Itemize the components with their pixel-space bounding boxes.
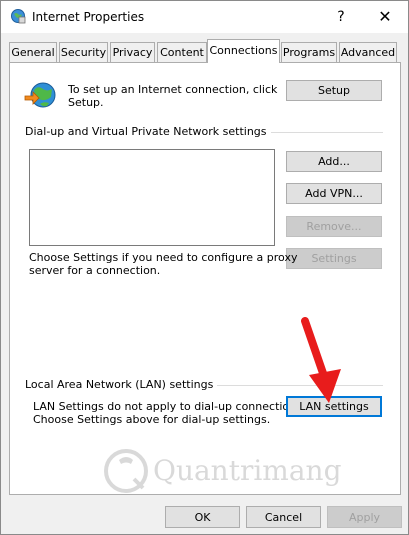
window-title: Internet Properties: [32, 10, 145, 24]
close-button[interactable]: ✕: [373, 7, 397, 27]
watermark-logo-icon: [104, 449, 148, 493]
internet-properties-dialog: Internet Properties ? ✕ General Security…: [0, 0, 409, 535]
internet-options-icon: [11, 9, 26, 24]
connections-panel: To set up an Internet connection, click …: [9, 62, 401, 495]
ok-button[interactable]: OK: [165, 506, 240, 528]
internet-connection-globe-icon: [24, 82, 56, 108]
tab-strip: General Security Privacy Content Connect…: [9, 39, 401, 63]
help-button[interactable]: ?: [329, 7, 353, 27]
tab-programs[interactable]: Programs: [281, 42, 337, 62]
setup-text-line2: Setup.: [68, 96, 104, 109]
apply-button[interactable]: Apply: [327, 506, 402, 528]
add-button[interactable]: Add...: [286, 151, 382, 172]
red-arrow-annotation-icon: [301, 317, 341, 403]
lan-heading: Local Area Network (LAN) settings: [25, 378, 218, 392]
tab-general[interactable]: General: [9, 42, 57, 62]
connections-listbox[interactable]: [29, 149, 275, 246]
setup-text-line1: To set up an Internet connection, click: [68, 83, 278, 96]
tab-privacy[interactable]: Privacy: [110, 42, 155, 62]
cancel-button[interactable]: Cancel: [246, 506, 321, 528]
proxy-text-line1: Choose Settings if you need to configure…: [29, 251, 298, 264]
lan-text-line2: Choose Settings above for dial-up settin…: [33, 413, 271, 426]
setup-button[interactable]: Setup: [286, 80, 382, 101]
watermark-text: Quantrimang: [153, 454, 342, 487]
dialup-section-heading: Dial-up and Virtual Private Network sett…: [25, 125, 383, 139]
dialup-heading: Dial-up and Virtual Private Network sett…: [25, 125, 271, 139]
add-vpn-button[interactable]: Add VPN...: [286, 183, 382, 204]
remove-button[interactable]: Remove...: [286, 216, 382, 237]
tab-advanced[interactable]: Advanced: [339, 42, 397, 62]
settings-button[interactable]: Settings: [286, 248, 382, 269]
proxy-text-line2: server for a connection.: [29, 264, 161, 277]
tab-security[interactable]: Security: [59, 42, 108, 62]
title-bar: Internet Properties ? ✕: [1, 1, 408, 33]
tab-connections[interactable]: Connections: [207, 39, 280, 63]
lan-text-line1: LAN Settings do not apply to dial-up con…: [33, 400, 306, 413]
quantrimang-watermark: Quantrimang: [101, 446, 342, 501]
tab-content[interactable]: Content: [157, 42, 207, 62]
